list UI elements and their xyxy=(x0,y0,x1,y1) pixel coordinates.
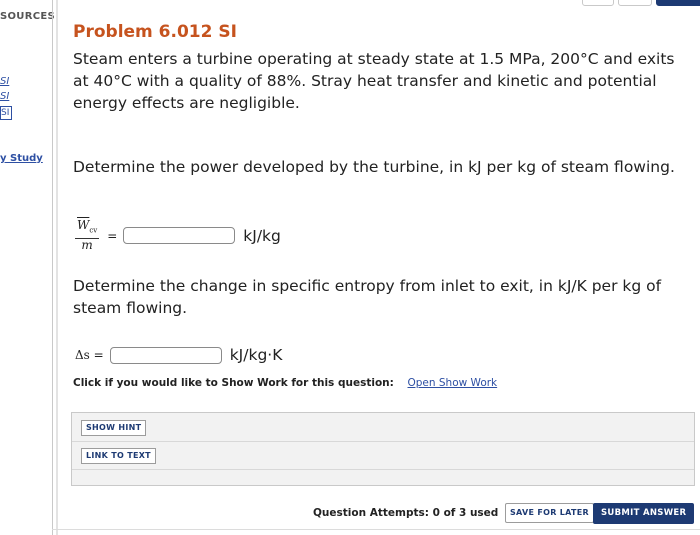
power-unit: kJ/kg xyxy=(243,226,281,245)
sidebar-link-si-3[interactable]: SI xyxy=(0,106,12,120)
power-answer-input[interactable] xyxy=(123,227,236,245)
part2-answer-row: Δs = kJ/kg·K xyxy=(75,346,282,364)
part2-question: Determine the change in specific entropy… xyxy=(73,277,662,317)
question-footer: Question Attempts: 0 of 3 used SAVE FOR … xyxy=(63,503,695,524)
top-tab-2[interactable] xyxy=(618,0,652,6)
show-hint-button[interactable]: SHOW HINT xyxy=(81,420,147,436)
resources-sidebar: SOURCES SI SI SI y Study xyxy=(0,0,55,535)
fraction-denominator: m xyxy=(81,238,93,253)
part1-answer-row: Wcv m = kJ/kg xyxy=(75,219,281,252)
entropy-answer-input[interactable] xyxy=(109,346,222,364)
show-work-prompt: Click if you would like to Show Work for… xyxy=(73,377,394,389)
sidebar-divider xyxy=(52,0,53,535)
sidebar-study-link[interactable]: y Study xyxy=(0,153,43,164)
numerator-symbol: W xyxy=(77,218,90,232)
entropy-unit: kJ/kg·K xyxy=(229,346,283,364)
numerator-subscript: cv xyxy=(89,226,98,235)
resources-title: SOURCES xyxy=(0,11,55,22)
sidebar-divider-shadow xyxy=(56,0,58,535)
save-for-later-button[interactable]: SAVE FOR LATER xyxy=(505,503,595,523)
top-tab-1[interactable] xyxy=(582,0,614,6)
attempts-counter: Question Attempts: 0 of 3 used xyxy=(313,507,499,519)
problem-statement: Steam enters a turbine operating at stea… xyxy=(73,50,675,112)
top-tab-3[interactable] xyxy=(656,0,700,6)
hint-row: SHOW HINT xyxy=(72,413,694,442)
fraction-numerator: Wcv xyxy=(75,218,100,240)
open-show-work-link[interactable]: Open Show Work xyxy=(408,377,498,389)
link-to-text-row: LINK TO TEXT xyxy=(72,441,694,470)
part1-question: Determine the power developed by the tur… xyxy=(73,158,675,176)
show-work-row: Click if you would like to Show Work for… xyxy=(73,377,497,389)
submit-answer-button[interactable]: SUBMIT ANSWER xyxy=(593,503,695,524)
bottom-divider xyxy=(52,529,700,530)
power-per-mass-fraction: Wcv m xyxy=(75,218,100,253)
hint-panel: SHOW HINT LINK TO TEXT xyxy=(71,412,695,486)
equals-sign: = xyxy=(107,228,118,243)
entropy-change-label: Δs = xyxy=(75,348,104,362)
sidebar-link-si-2[interactable]: SI xyxy=(0,91,9,102)
problem-title: Problem 6.012 SI xyxy=(73,22,237,42)
sidebar-link-si-1[interactable]: SI xyxy=(0,76,9,87)
link-to-text-button[interactable]: LINK TO TEXT xyxy=(81,448,156,464)
